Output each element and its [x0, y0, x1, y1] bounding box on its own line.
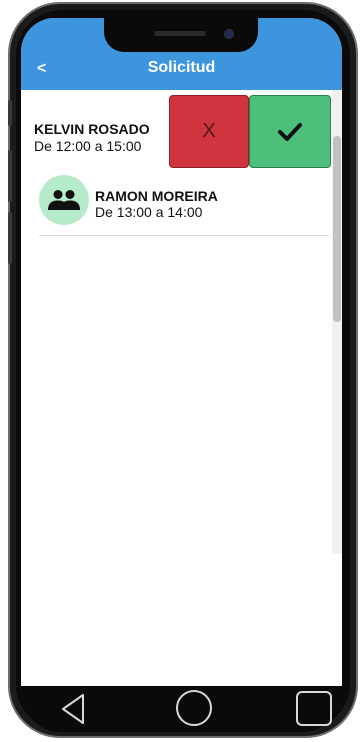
page-title: Solicitud [147, 59, 216, 76]
reject-button[interactable]: X [169, 95, 249, 168]
app-screen: < Solicitud KELVIN ROSADO De 12:00 a 15:… [21, 18, 342, 686]
volume-up-button [8, 150, 12, 202]
notch [104, 18, 258, 52]
request-time: De 13:00 a 14:00 [95, 204, 203, 220]
request-time: De 12:00 a 15:00 [34, 138, 142, 154]
nav-home-icon[interactable] [176, 690, 212, 726]
nav-back-icon[interactable] [59, 692, 87, 726]
nav-recents-icon[interactable] [296, 691, 332, 726]
system-nav-bar [21, 686, 342, 732]
people-icon [48, 190, 80, 210]
front-camera [224, 29, 234, 39]
checkmark-icon [278, 122, 302, 141]
scrollbar-thumb[interactable] [333, 136, 341, 322]
volume-down-button [8, 212, 12, 264]
request-item[interactable]: RAMON MOREIRA De 13:00 a 14:00 [39, 172, 329, 236]
request-name: RAMON MOREIRA [95, 188, 218, 204]
request-name: KELVIN ROSADO [34, 121, 150, 137]
mute-switch [8, 100, 12, 126]
accept-button[interactable] [249, 95, 331, 168]
avatar [39, 175, 89, 225]
reject-label: X [202, 120, 216, 142]
speaker-grille [154, 31, 206, 36]
